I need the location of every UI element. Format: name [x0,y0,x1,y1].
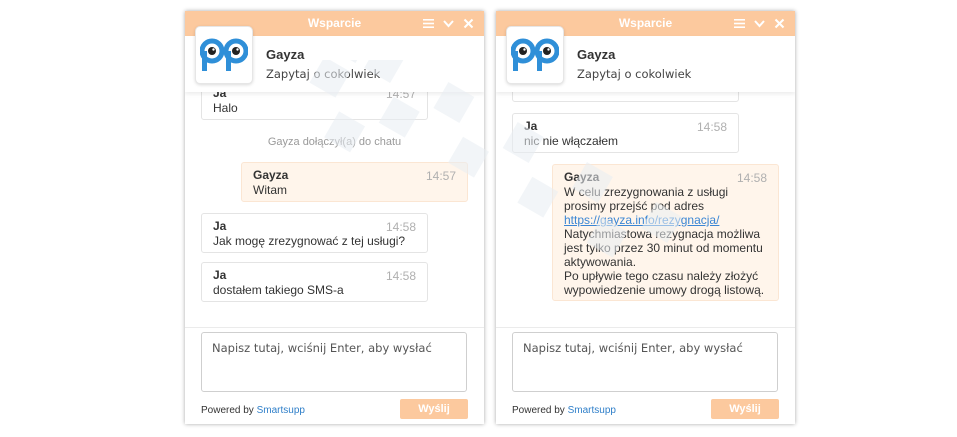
message-visitor: Ja dostałem takiego SMS-a 14:58 [201,262,428,302]
agent-avatar-logo [200,38,248,71]
menu-icon[interactable] [734,18,745,29]
smartsupp-link[interactable]: Smartsupp [257,405,305,416]
message-agent: Gayza Witam 14:57 [241,162,468,202]
message-text: Jak mogę zrezygnować z tej usługi? [213,234,406,248]
system-message: Gayza dołączył(a) do chatu [267,136,402,148]
message-visitor-partial [512,92,739,102]
cancellation-link[interactable]: https://gayza.info/rezygnacja/ [564,213,719,227]
powered-by: Powered by Smartsupp [201,405,305,416]
message-time: 14:58 [385,269,416,283]
message-input[interactable]: Napisz tutaj, wciśnij Enter, aby wysłać [512,332,778,392]
message-text-line: wypowiedzenie umowy drogą listową. [564,283,765,297]
message-text: Witam [253,183,287,197]
agent-subtitle: Zapytaj o cokolwiek [266,67,381,81]
message-text-line: Po upływie tego czasu należy złożyć [564,269,759,283]
agent-avatar-logo [511,38,559,71]
close-icon[interactable] [463,18,474,29]
divider [496,327,795,328]
smartsupp-link[interactable]: Smartsupp [568,405,616,416]
message-text-line: W celu zrezygnowania z usługi [564,185,729,199]
message-list[interactable]: Ja Halo 14:57 Gayza dołączył(a) do chatu… [185,92,484,327]
message-text-line: aktywowania. [564,255,637,269]
close-icon[interactable] [774,18,785,29]
message-visitor: Ja nic nie włączałem 14:58 [512,113,739,153]
message-time: 14:58 [385,220,416,234]
menu-icon[interactable] [423,18,434,29]
send-button[interactable]: Wyślij [400,399,468,419]
message-time: 14:57 [385,92,416,101]
message-text: Halo [213,101,238,115]
minimize-icon[interactable] [443,18,454,29]
message-text-line: prosimy przejść pod adres [564,199,705,213]
message-time: 14:57 [425,169,456,183]
powered-prefix: Powered by [201,405,254,416]
agent-header: Gayza Zapytaj o cokolwiek [185,26,484,92]
message-list[interactable]: Ja nic nie włączałem 14:58 Gayza W celu … [496,92,795,327]
agent-name: Gayza [577,47,616,62]
send-button[interactable]: Wyślij [711,399,779,419]
divider [185,327,484,328]
message-agent: Gayza W celu zrezygnowania z usługi pros… [552,164,779,301]
chat-widget-1: Wsparcie Ja Halo 14:57 Gayza dołączył(a)… [185,11,484,424]
message-time: 14:58 [696,120,727,134]
agent-subtitle: Zapytaj o cokolwiek [577,67,692,81]
agent-avatar [506,26,564,84]
message-text-line: jest tylko przez 30 minut od momentu [564,241,763,255]
message-text: nic nie włączałem [524,134,619,148]
message-visitor: Ja Halo 14:57 [201,92,428,120]
message-time: 14:58 [736,171,767,185]
powered-prefix: Powered by [512,405,565,416]
message-text-line: Natychmiastowa rezygnacja możliwa [564,227,761,241]
agent-header: Gayza Zapytaj o cokolwiek [496,26,795,92]
agent-name: Gayza [266,47,305,62]
minimize-icon[interactable] [754,18,765,29]
message-text: dostałem takiego SMS-a [213,283,344,297]
chat-widget-2: Wsparcie Ja nic nie włączałem 14:58 Gayz… [496,11,795,424]
message-input[interactable]: Napisz tutaj, wciśnij Enter, aby wysłać [201,332,467,392]
message-visitor: Ja Jak mogę zrezygnować z tej usługi? 14… [201,213,428,253]
powered-by: Powered by Smartsupp [512,405,616,416]
agent-avatar [195,26,253,84]
